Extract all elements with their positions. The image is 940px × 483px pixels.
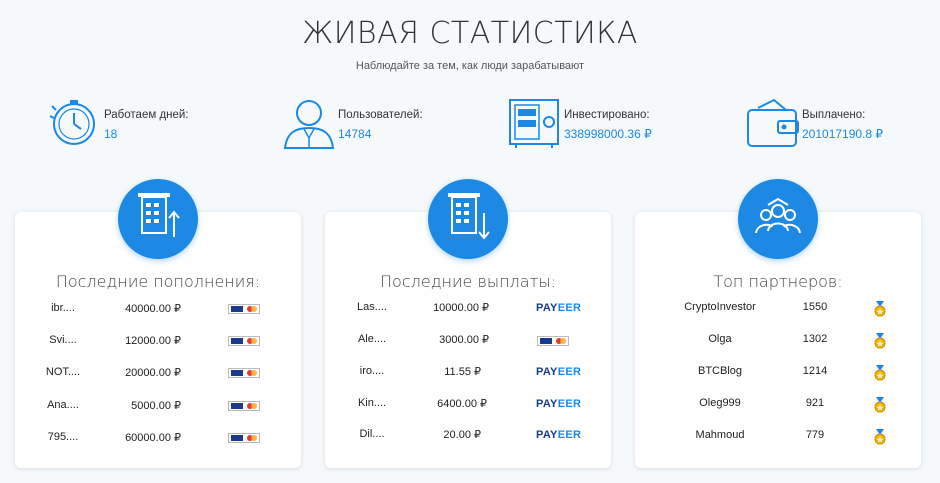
partners-card: Топ партнеров: CryptoInvestor 1550 Olga …	[635, 179, 921, 468]
visa-mastercard-icon	[228, 433, 260, 443]
team-icon	[738, 179, 818, 259]
visa-mastercard-icon	[228, 304, 260, 314]
payeer-icon: PAYEER	[536, 429, 581, 441]
partner-name: CryptoInvestor	[684, 301, 756, 313]
payeer-pay: PAY	[536, 398, 558, 410]
card-arrow-down-icon	[428, 179, 508, 259]
partner-count: 1550	[802, 301, 828, 313]
list-item: NOT.... 20000.00 ₽	[15, 366, 301, 386]
payeer-pay: PAY	[536, 366, 558, 378]
wallet-icon	[747, 98, 799, 147]
list-item: Dil.... 20.00 ₽ PAYEER	[325, 428, 611, 448]
deposits-card: Последние пополнения: ibr.... 40000.00 ₽…	[15, 179, 301, 468]
row-amount: 10000.00 ₽	[433, 302, 489, 314]
list-item: Ana.... 5000.00 ₽	[15, 399, 301, 419]
row-amount: 60000.00 ₽	[125, 432, 181, 444]
partner-name: Mahmoud	[695, 429, 745, 441]
medal-icon	[874, 397, 886, 413]
partner-name: Oleg999	[699, 397, 741, 409]
user-icon	[283, 100, 335, 149]
partner-count: 779	[805, 429, 825, 441]
list-item: Ale.... 3000.00 ₽	[325, 333, 611, 353]
list-item: Mahmoud 779	[635, 429, 921, 449]
medal-icon	[874, 333, 886, 349]
visa-mastercard-icon	[228, 401, 260, 411]
row-amount: 6400.00 ₽	[437, 398, 487, 410]
payeer-eer: EER	[557, 366, 582, 378]
visa-mastercard-icon	[537, 336, 569, 346]
row-name: NOT....	[45, 366, 81, 378]
row-amount: 12000.00 ₽	[125, 335, 181, 347]
stat-label: Пользователей:	[338, 109, 423, 121]
safe-icon	[509, 99, 559, 148]
visa-mastercard-icon	[228, 368, 260, 378]
list-item: Oleg999 921	[635, 397, 921, 417]
row-amount: 3000.00 ₽	[439, 334, 489, 346]
stat-label: Выплачено:	[802, 109, 866, 121]
row-name: Las....	[357, 301, 387, 313]
payeer-icon: PAYEER	[536, 398, 581, 410]
stat-label: Инвестировано:	[564, 109, 650, 121]
row-name: 795....	[47, 431, 79, 443]
card-title: Последние пополнения:	[55, 272, 261, 291]
stat-value: 338998000.36 ₽	[564, 127, 652, 141]
stat-value: 14784	[338, 127, 372, 141]
list-item: ibr.... 40000.00 ₽	[15, 302, 301, 322]
row-amount: 40000.00 ₽	[125, 303, 181, 315]
medal-icon	[874, 429, 886, 445]
list-item: CryptoInvestor 1550	[635, 301, 921, 321]
partner-count: 1302	[802, 333, 828, 345]
row-name: Ana....	[47, 399, 79, 411]
row-amount: 20.00 ₽	[443, 429, 481, 441]
payouts-card: Последние выплаты: Las.... 10000.00 ₽ PA…	[325, 179, 611, 468]
row-name: Kin....	[357, 397, 387, 409]
payeer-icon: PAYEER	[536, 366, 581, 378]
row-name: Svi....	[49, 334, 77, 346]
partner-count: 1214	[802, 365, 828, 377]
list-item: Olga 1302	[635, 333, 921, 353]
list-item: Svi.... 12000.00 ₽	[15, 334, 301, 354]
row-name: Dil....	[359, 428, 385, 440]
card-title: Последние выплаты:	[380, 272, 556, 291]
payeer-eer: EER	[557, 398, 582, 410]
list-item: iro.... 11.55 ₽ PAYEER	[325, 365, 611, 385]
stat-value: 18	[104, 127, 118, 141]
payeer-pay: PAY	[536, 429, 558, 441]
stat-value: 201017190.8 ₽	[802, 127, 884, 141]
partner-name: Olga	[708, 333, 732, 345]
row-name: Ale....	[357, 333, 387, 345]
payeer-eer: EER	[557, 429, 582, 441]
payeer-pay: PAY	[536, 302, 558, 314]
row-amount: 5000.00 ₽	[131, 400, 181, 412]
partner-name: BTCBlog	[697, 365, 743, 377]
row-name: iro....	[359, 365, 385, 377]
medal-icon	[874, 365, 886, 381]
card-title: Топ партнеров:	[713, 272, 843, 291]
row-amount: 20000.00 ₽	[125, 367, 181, 379]
medal-icon	[874, 301, 886, 317]
page-subtitle: Наблюдайте за тем, как люди зарабатывают	[355, 60, 585, 72]
payeer-icon: PAYEER	[536, 302, 581, 314]
payeer-eer: EER	[557, 302, 582, 314]
list-item: Kin.... 6400.00 ₽ PAYEER	[325, 397, 611, 417]
stopwatch-icon	[49, 100, 95, 145]
list-item: BTCBlog 1214	[635, 365, 921, 385]
stat-label: Работаем дней:	[104, 109, 189, 121]
row-amount: 11.55 ₽	[444, 366, 481, 378]
visa-mastercard-icon	[228, 336, 260, 346]
list-item: 795.... 60000.00 ₽	[15, 431, 301, 451]
page-title: ЖИВАЯ СТАТИСТИКА	[302, 16, 638, 51]
list-item: Las.... 10000.00 ₽ PAYEER	[325, 301, 611, 321]
partner-count: 921	[805, 397, 825, 409]
card-arrow-up-icon	[118, 179, 198, 259]
row-name: ibr....	[51, 302, 75, 314]
